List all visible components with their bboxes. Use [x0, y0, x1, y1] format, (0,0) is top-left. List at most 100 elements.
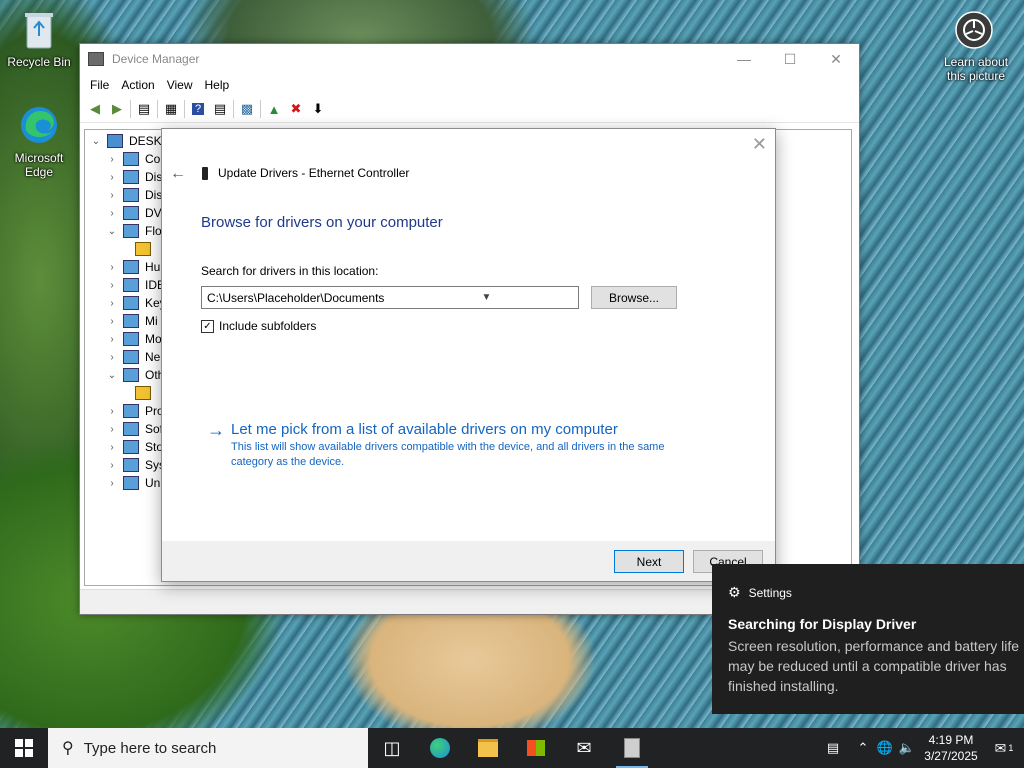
minimize-button[interactable]: — — [721, 44, 767, 74]
tree-item-label: Hu — [145, 260, 161, 274]
dialog-close-button[interactable]: ✕ — [752, 134, 767, 155]
device-manager-app-icon — [88, 52, 104, 66]
properties-icon[interactable]: ▦ — [160, 99, 182, 119]
tree-item[interactable]: › Hu — [105, 258, 160, 276]
tree-item[interactable]: › Mo — [105, 330, 162, 348]
pick-driver-link[interactable]: → Let me pick from a list of available d… — [207, 421, 676, 470]
scan-hardware-icon[interactable]: ▩ — [236, 99, 258, 119]
expand-chevron-icon[interactable]: › — [105, 316, 119, 327]
tree-item[interactable] — [131, 240, 157, 258]
tree-root[interactable]: ⌄ DESKT — [89, 132, 169, 150]
collapse-chevron-icon[interactable]: ⌄ — [105, 370, 119, 381]
expand-chevron-icon[interactable]: › — [105, 154, 119, 165]
expand-chevron-icon[interactable]: › — [105, 334, 119, 345]
chevron-down-icon[interactable]: ▼ — [390, 292, 578, 303]
taskbar-search-box[interactable]: ⚲ Type here to search — [48, 728, 368, 768]
disable-device-icon[interactable]: ⬇ — [307, 99, 329, 119]
collapse-chevron-icon[interactable]: ⌄ — [105, 226, 119, 237]
tree-item[interactable]: › Pro — [105, 402, 164, 420]
back-arrow-icon[interactable]: ◀ — [84, 99, 106, 119]
tree-item[interactable]: › Dis — [105, 168, 162, 186]
forward-arrow-icon[interactable]: ▶ — [106, 99, 128, 119]
network-globe-icon[interactable]: 🌐 — [874, 740, 896, 756]
tree-item[interactable]: › DV — [105, 204, 162, 222]
title-bar[interactable]: Device Manager — ☐ ✕ — [80, 44, 859, 74]
tree-item[interactable]: › Uni — [105, 474, 163, 492]
expand-chevron-icon[interactable]: › — [105, 172, 119, 183]
volume-muted-icon[interactable]: 🔈 — [896, 740, 918, 756]
tree-item[interactable]: › Key — [105, 294, 166, 312]
expand-chevron-icon[interactable]: › — [105, 208, 119, 219]
desktop-icon-label: Microsoft Edge — [14, 151, 64, 179]
driver-path-combobox[interactable]: C:\Users\Placeholder\Documents ▼ — [201, 286, 579, 309]
show-hide-console-tree-icon[interactable]: ▤ — [133, 99, 155, 119]
tree-item[interactable]: › Sto — [105, 438, 163, 456]
pick-driver-title[interactable]: Let me pick from a list of available dri… — [231, 421, 676, 438]
mail-icon[interactable]: ✉ — [560, 728, 608, 768]
search-placeholder[interactable]: Type here to search — [84, 740, 217, 757]
dialog-title: Update Drivers - Ethernet Controller — [218, 166, 410, 180]
show-action-pane-icon[interactable]: ▤ — [209, 99, 231, 119]
include-subfolders-checkbox[interactable]: ✓ Include subfolders — [201, 319, 316, 333]
driver-path-value[interactable]: C:\Users\Placeholder\Documents — [202, 291, 390, 305]
show-hidden-icons-chevron-icon[interactable]: ⌃ — [852, 740, 874, 756]
expand-chevron-icon[interactable]: › — [105, 406, 119, 417]
tree-item[interactable]: › Sys — [105, 456, 165, 474]
right-arrow-icon: → — [207, 420, 225, 440]
device-category-icon — [123, 440, 139, 454]
task-view-icon[interactable]: ◫ — [368, 728, 416, 768]
clock-date: 3/27/2025 — [924, 749, 978, 763]
tree-item[interactable]: › IDE — [105, 276, 165, 294]
taskbar-clock[interactable]: 4:19 PM 3/27/2025 — [918, 732, 984, 764]
tree-item-label: Flo — [145, 224, 162, 238]
tree-item[interactable]: ⌄ Flo — [105, 222, 162, 240]
next-button[interactable]: Next — [614, 550, 684, 573]
expand-chevron-icon[interactable]: › — [105, 298, 119, 309]
desktop-icon-recycle-bin[interactable]: Recycle Bin — [1, 8, 77, 69]
taskbar: ⚲ Type here to search ◫ ✉ ▤ ⌃ 🌐 🔈 4:19 P… — [0, 728, 1024, 768]
back-arrow-button[interactable]: ← — [170, 165, 186, 183]
expand-chevron-icon[interactable]: › — [105, 352, 119, 363]
notification-toast[interactable]: ⚙ Settings Searching for Display Driver … — [712, 564, 1024, 714]
expand-chevron-icon[interactable]: › — [105, 460, 119, 471]
tree-item[interactable]: › Mi — [105, 312, 158, 330]
help-icon[interactable]: ? — [187, 99, 209, 119]
tree-item[interactable] — [131, 384, 157, 402]
store-icon[interactable] — [512, 728, 560, 768]
expand-chevron-icon[interactable]: › — [105, 190, 119, 201]
collapse-chevron-icon[interactable]: ⌄ — [89, 136, 103, 147]
toolbar-divider — [130, 100, 131, 118]
menu-action[interactable]: Action — [115, 78, 160, 92]
expand-chevron-icon[interactable]: › — [105, 478, 119, 489]
tree-item[interactable]: › Co — [105, 150, 160, 168]
action-center-button[interactable]: ✉ 1 — [984, 728, 1024, 768]
tree-item[interactable]: › Ne — [105, 348, 160, 366]
checkbox-checked-icon[interactable]: ✓ — [201, 319, 214, 333]
tree-item[interactable]: › Sof — [105, 420, 163, 438]
menu-help[interactable]: Help — [199, 78, 236, 92]
tree-item[interactable]: ⌄ Oth — [105, 366, 164, 384]
expand-chevron-icon[interactable]: › — [105, 442, 119, 453]
expand-chevron-icon[interactable]: › — [105, 424, 119, 435]
dialog-footer: Next Cancel — [162, 541, 775, 581]
expand-chevron-icon[interactable]: › — [105, 280, 119, 291]
tree-item-label: Co — [145, 152, 161, 166]
update-driver-icon[interactable]: ▲ — [263, 99, 285, 119]
browse-button[interactable]: Browse... — [591, 286, 677, 309]
maximize-button[interactable]: ☐ — [767, 44, 813, 74]
close-button[interactable]: ✕ — [813, 44, 859, 74]
edge-taskbar-icon[interactable] — [416, 728, 464, 768]
uninstall-device-icon[interactable]: ✖ — [285, 99, 307, 119]
device-manager-taskbar-icon[interactable] — [608, 728, 656, 768]
dialog-header: Update Drivers - Ethernet Controller — [202, 166, 409, 180]
menu-file[interactable]: File — [84, 78, 115, 92]
menu-view[interactable]: View — [161, 78, 199, 92]
edge-icon — [1, 104, 77, 149]
desktop-icon-learn-about-picture[interactable]: Learn about this picture — [936, 10, 1012, 83]
expand-chevron-icon[interactable]: › — [105, 262, 119, 273]
desktop-icon-edge[interactable]: Microsoft Edge — [1, 104, 77, 179]
start-button[interactable] — [0, 728, 48, 768]
news-widget-icon[interactable]: ▤ — [814, 740, 852, 756]
file-explorer-icon[interactable] — [464, 728, 512, 768]
tree-item[interactable]: › Dis — [105, 186, 162, 204]
